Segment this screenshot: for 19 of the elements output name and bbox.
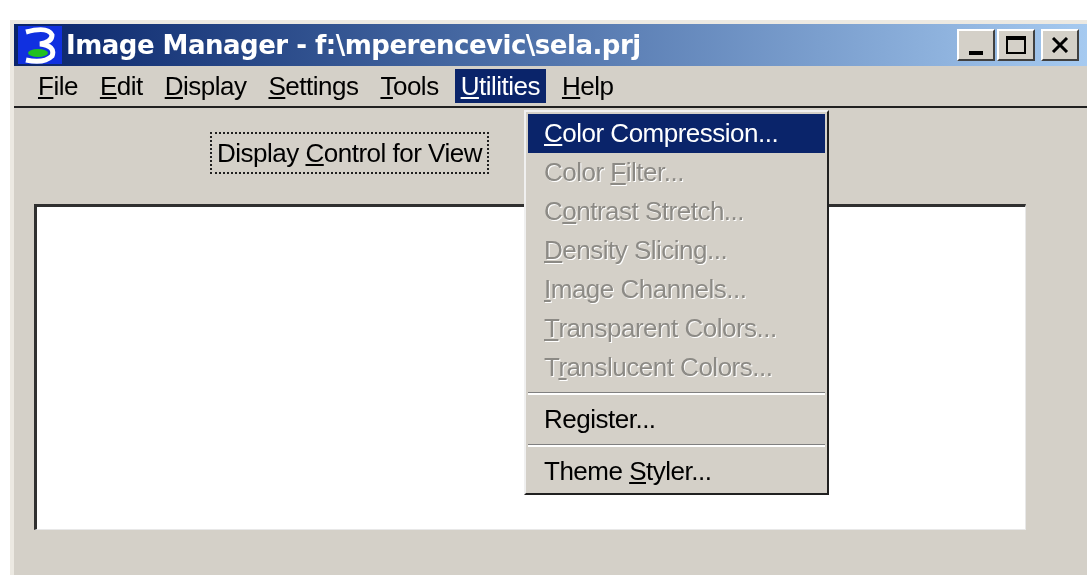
menu-item[interactable]: Utilities [454,69,546,103]
minimize-button[interactable] [957,29,995,61]
menu-item[interactable]: Settings [262,69,365,103]
menu-item[interactable]: Edit [93,69,149,103]
minimize-icon [969,51,983,55]
window-title: Image Manager - f:\mperencevic\sela.prj [66,28,641,62]
dropdown-item[interactable]: Theme Styler... [528,452,825,491]
dropdown-item[interactable]: Color Compression... [528,114,825,153]
maximize-button[interactable] [997,29,1035,61]
app-logo-icon [18,26,62,64]
dropdown-item[interactable]: Register... [528,400,825,439]
close-icon [1051,37,1069,53]
menu-item[interactable]: Tools [374,69,445,103]
menu-item[interactable]: Display [158,69,253,103]
menu-item[interactable]: File [32,69,84,103]
maximize-icon [1006,36,1026,54]
group-label: Display Control for View [210,132,489,174]
close-button[interactable] [1041,29,1079,61]
menu-item[interactable]: Help [555,69,620,103]
